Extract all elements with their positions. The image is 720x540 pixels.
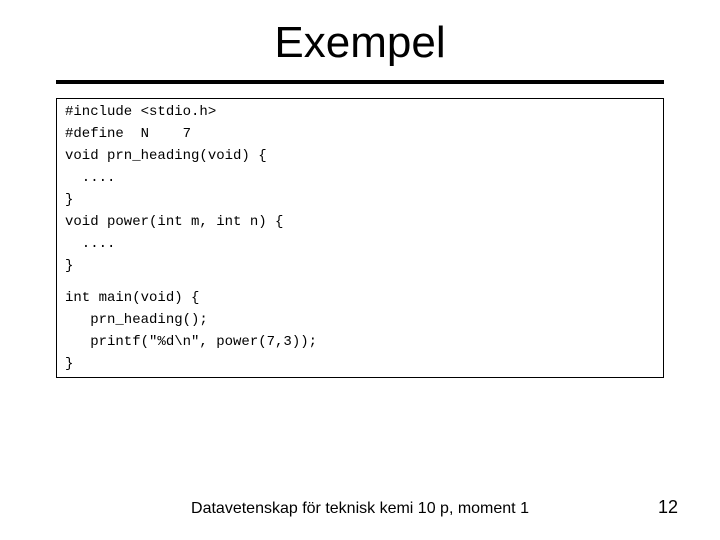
footer-text: Datavetenskap för teknisk kemi 10 p, mom… <box>0 500 720 518</box>
code-line: } <box>57 353 663 375</box>
footer: Datavetenskap för teknisk kemi 10 p, mom… <box>0 500 720 518</box>
code-cell: } <box>57 255 663 277</box>
code-cell: printf("%d\n", power(7,3)); <box>57 331 663 353</box>
code-line: void power(int m, int n) { <box>57 211 663 233</box>
code-cell: int main(void) { <box>57 287 663 309</box>
code-cell: void prn_heading(void) { <box>57 145 663 167</box>
code-line: int main(void) { <box>57 287 663 309</box>
code-cell: } <box>57 353 663 375</box>
slide: Exempel #include <stdio.h> #define N 7 v… <box>0 0 720 540</box>
code-line: #define N 7 <box>57 123 663 145</box>
code-cell: #define N 7 <box>57 123 663 145</box>
code-line: void prn_heading(void) { <box>57 145 663 167</box>
code-cell: .... <box>57 233 663 255</box>
code-line: .... <box>57 167 663 189</box>
code-cell: prn_heading(); <box>57 309 663 331</box>
page-number: 12 <box>658 497 678 518</box>
code-line: } <box>57 189 663 211</box>
code-line: .... <box>57 233 663 255</box>
code-cell: } <box>57 189 663 211</box>
code-cell <box>57 277 663 287</box>
code-line: prn_heading(); <box>57 309 663 331</box>
code-cell: void power(int m, int n) { <box>57 211 663 233</box>
code-box: #include <stdio.h> #define N 7 void prn_… <box>56 98 664 378</box>
code-line: printf("%d\n", power(7,3)); <box>57 331 663 353</box>
code-line: } <box>57 255 663 277</box>
title-divider <box>56 80 664 84</box>
code-cell: .... <box>57 167 663 189</box>
page-title: Exempel <box>0 0 720 74</box>
code-table: #include <stdio.h> #define N 7 void prn_… <box>57 101 663 375</box>
code-cell: #include <stdio.h> <box>57 101 663 123</box>
code-line: #include <stdio.h> <box>57 101 663 123</box>
code-blank-line <box>57 277 663 287</box>
